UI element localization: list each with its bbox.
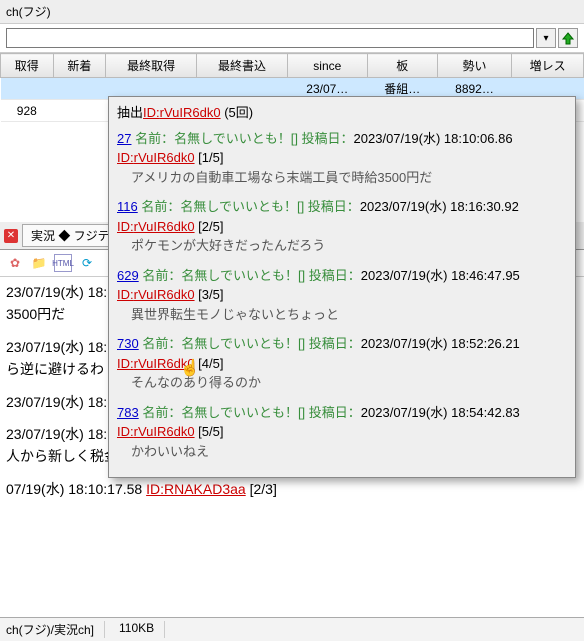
popup-post-number[interactable]: 783 [117, 405, 139, 420]
address-input[interactable] [6, 28, 534, 48]
popup-post-id[interactable]: ID:rVuIR6dk0 [117, 219, 195, 234]
popup-post-name: 名前：名無しでいいとも！[] 投稿日： [142, 405, 360, 420]
popup-post: 27 名前：名無しでいいとも！[] 投稿日：2023/07/19(水) 18:1… [117, 129, 567, 188]
popup-post-number[interactable]: 629 [117, 268, 139, 283]
popup-post-body: 異世界転生モノじゃないとちょっと [131, 305, 567, 325]
popup-post-id[interactable]: ID:rVuIR6dk0 [117, 150, 195, 165]
post-timestamp: 07/19(水) 18:10:17.58 [6, 481, 146, 497]
popup-post-id[interactable]: ID:rVuIR6dk0 [117, 424, 195, 439]
html-icon[interactable]: HTML [54, 254, 72, 272]
id-extract-popup: 抽出ID:rVuIR6dk0 (5回) 27 名前：名無しでいいとも！[] 投稿… [108, 96, 576, 478]
popup-post-number[interactable]: 27 [117, 131, 131, 146]
popup-post-body: アメリカの自動車工場なら末端工員で時給3500円だ [131, 168, 567, 188]
go-button[interactable] [558, 28, 578, 48]
post-id-link[interactable]: ID:RNAKAD3aa [146, 481, 246, 497]
col-header[interactable]: 最終取得 [106, 54, 197, 78]
popup-post-body: かわいいねえ [131, 442, 567, 462]
tab-close-button[interactable]: ✕ [4, 229, 18, 243]
popup-post-name: 名前：名無しでいいとも！[] 投稿日： [142, 268, 360, 283]
status-bar: ch(フジ)/実況ch] 110KB [0, 617, 584, 641]
col-header[interactable]: 取得 [1, 54, 54, 78]
col-header[interactable]: 最終書込 [197, 54, 288, 78]
col-header[interactable]: 増レス [512, 54, 584, 78]
popup-post-number[interactable]: 116 [117, 199, 138, 214]
address-dropdown-button[interactable]: ▾ [536, 28, 556, 48]
popup-post: 783 名前：名無しでいいとも！[] 投稿日：2023/07/19(水) 18:… [117, 403, 567, 462]
popup-post-name: 名前：名無しでいいとも！[] 投稿日： [142, 336, 360, 351]
table-header-row: 取得 新着 最終取得 最終書込 since 板 勢い 増レス [1, 54, 584, 78]
popup-post-name: 名前：名無しでいいとも！[] 投稿日： [141, 199, 359, 214]
reload-icon[interactable]: ⟳ [78, 254, 96, 272]
popup-post-number[interactable]: 730 [117, 336, 139, 351]
popup-post: 116 名前：名無しでいいとも！[] 投稿日：2023/07/19(水) 18:… [117, 197, 567, 256]
col-header[interactable]: 板 [367, 54, 437, 78]
col-header[interactable]: since [287, 54, 367, 78]
popup-post-id[interactable]: ID:rVuIR6dk0 [117, 287, 195, 302]
col-header[interactable]: 新着 [53, 54, 106, 78]
col-header[interactable]: 勢い [437, 54, 511, 78]
popup-post-name: 名前：名無しでいいとも！[] 投稿日： [135, 131, 353, 146]
popup-post: 629 名前：名無しでいいとも！[] 投稿日：2023/07/19(水) 18:… [117, 266, 567, 325]
window-title: ch(フジ) [0, 0, 584, 24]
bookmark-icon[interactable]: ✿ [6, 254, 24, 272]
popup-post-id[interactable]: ID:rVuIR6dk0 [117, 356, 195, 371]
status-size: 110KB [119, 621, 165, 638]
folder-icon[interactable]: 📁 [30, 254, 48, 272]
popup-post-body: そんなのあり得るのか [131, 373, 567, 393]
arrow-up-icon [561, 31, 575, 45]
popup-title: 抽出ID:rVuIR6dk0 (5回) [117, 103, 567, 123]
post-item: 07/19(水) 18:10:17.58 ID:RNAKAD3aa [2/3] [6, 478, 578, 500]
popup-post-body: ポケモンが大好きだったんだろう [131, 236, 567, 256]
address-bar-row: ▾ [0, 24, 584, 53]
post-count: [2/3] [246, 481, 277, 497]
popup-post: 730 名前：名無しでいいとも！[] 投稿日：2023/07/19(水) 18:… [117, 334, 567, 393]
status-path: ch(フジ)/実況ch] [6, 621, 105, 638]
